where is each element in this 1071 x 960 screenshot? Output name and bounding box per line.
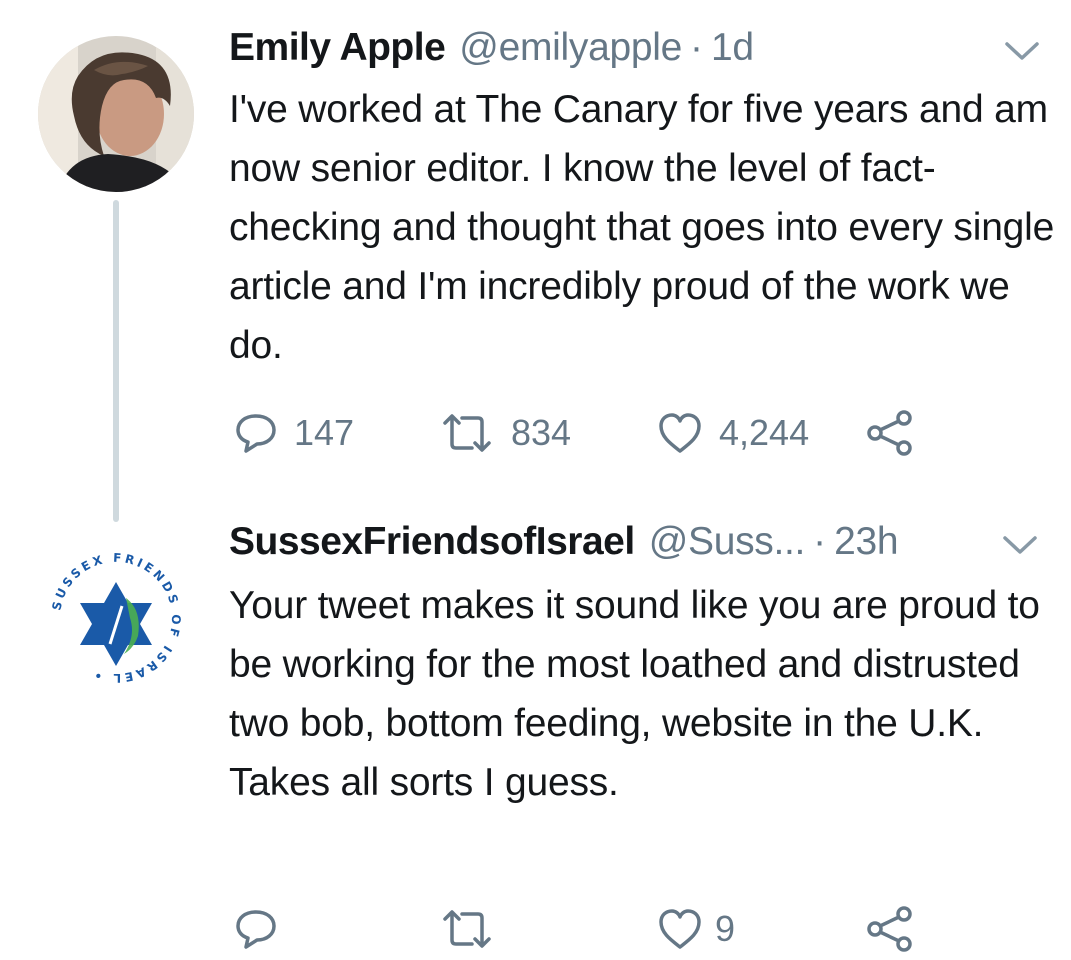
- like-icon: [657, 907, 703, 951]
- retweet-icon: [439, 411, 495, 455]
- chevron-down-icon[interactable]: [1000, 530, 1040, 560]
- like-button[interactable]: 4,244: [657, 408, 809, 458]
- like-button[interactable]: 9: [657, 904, 735, 954]
- retweet-button[interactable]: 834: [439, 408, 571, 458]
- author-handle[interactable]: @Suss...: [649, 520, 806, 564]
- reply-button[interactable]: 147: [234, 408, 354, 458]
- tweet-2[interactable]: SUSSEX FRIENDS OF ISRAEL • SussexFriends…: [0, 500, 1071, 960]
- retweet-button[interactable]: [439, 904, 495, 954]
- like-icon: [657, 411, 703, 455]
- action-bar: 147 834 4,244: [229, 408, 929, 458]
- like-count: 9: [715, 908, 736, 949]
- share-button[interactable]: [865, 408, 915, 458]
- sussex-friends-of-israel-logo: SUSSEX FRIENDS OF ISRAEL •: [38, 540, 194, 696]
- tweet-text: Your tweet makes it sound like you are p…: [229, 584, 1040, 804]
- avatar-photo: [38, 36, 194, 192]
- timestamp[interactable]: 23h: [834, 520, 898, 564]
- like-count: 4,244: [719, 412, 810, 453]
- tweet-text: I've worked at The Canary for five years…: [229, 88, 1055, 367]
- action-bar: 9: [229, 904, 929, 954]
- reply-button[interactable]: [234, 904, 278, 954]
- share-button[interactable]: [865, 904, 915, 954]
- retweet-count: 834: [511, 412, 572, 453]
- avatar[interactable]: [38, 36, 194, 192]
- author-name[interactable]: Emily Apple: [229, 26, 446, 70]
- separator-dot: ·: [813, 520, 827, 563]
- tweet-header: SussexFriendsofIsrael @Suss... · 23h: [229, 520, 1041, 576]
- tweet-header: Emily Apple @emilyapple · 1d: [229, 26, 1041, 82]
- reply-icon: [234, 907, 278, 951]
- reply-icon: [234, 411, 278, 455]
- share-icon: [865, 409, 915, 457]
- reply-count: 147: [294, 412, 355, 453]
- author-name[interactable]: SussexFriendsofIsrael: [229, 520, 635, 564]
- retweet-icon: [439, 907, 495, 951]
- timestamp[interactable]: 1d: [711, 26, 754, 70]
- tweet-1[interactable]: Emily Apple @emilyapple · 1d I've worked…: [0, 0, 1071, 522]
- separator-dot: ·: [690, 26, 704, 69]
- share-icon: [865, 905, 915, 953]
- chevron-down-icon[interactable]: [1002, 36, 1042, 66]
- thread-line: [113, 200, 119, 522]
- avatar[interactable]: SUSSEX FRIENDS OF ISRAEL •: [38, 540, 194, 696]
- author-handle[interactable]: @emilyapple: [459, 26, 682, 70]
